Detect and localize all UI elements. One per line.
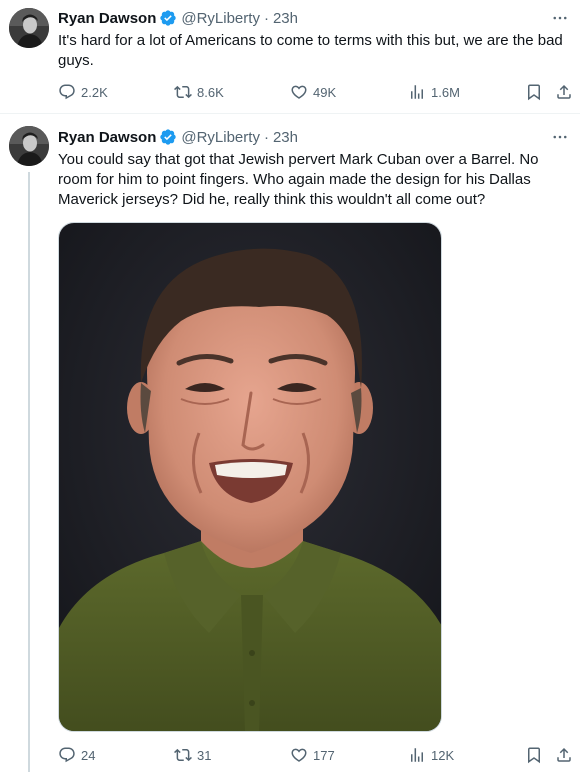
avatar[interactable] (9, 126, 49, 166)
bookmark-button[interactable] (525, 82, 543, 102)
reply-icon (58, 746, 76, 764)
heart-icon (290, 83, 308, 101)
like-count: 177 (313, 747, 335, 763)
retweet-button[interactable]: 8.6K (174, 82, 224, 102)
separator-dot: · (263, 9, 269, 27)
tweet-photo[interactable] (58, 222, 442, 732)
author-handle[interactable]: @RyLiberty (181, 10, 260, 27)
tweet-text: You could say that got that Jewish perve… (58, 151, 539, 208)
views-count: 1.6M (431, 84, 460, 100)
reply-count: 2.2K (81, 84, 108, 100)
bookmark-icon (525, 83, 543, 101)
retweet-count: 8.6K (197, 84, 224, 100)
share-icon (555, 83, 573, 101)
share-button[interactable] (555, 745, 573, 765)
bookmark-icon (525, 746, 543, 764)
retweet-icon (174, 83, 192, 101)
retweet-count: 31 (197, 747, 212, 763)
verified-badge-icon[interactable] (159, 128, 177, 146)
tweet[interactable]: Ryan Dawson @RyLiberty · 23h It's hard f… (0, 0, 580, 114)
like-button[interactable]: 49K (290, 82, 336, 102)
views-count: 12K (431, 747, 455, 763)
more-options-icon[interactable] (550, 8, 570, 28)
bookmark-button[interactable] (525, 745, 543, 765)
reply-count: 24 (81, 747, 96, 763)
heart-icon (290, 746, 308, 764)
retweet-icon (174, 746, 192, 764)
like-button[interactable]: 177 (290, 745, 335, 765)
separator-dot: · (263, 128, 269, 146)
views-button[interactable]: 12K (408, 745, 454, 765)
avatar[interactable] (9, 8, 49, 48)
tweet-header: Ryan Dawson @RyLiberty · 23h (58, 8, 298, 28)
share-button[interactable] (555, 82, 573, 102)
reply-button[interactable]: 24 (58, 745, 95, 765)
views-button[interactable]: 1.6M (408, 82, 460, 102)
author-handle[interactable]: @RyLiberty (181, 129, 260, 146)
timestamp[interactable]: 23h (273, 129, 298, 146)
views-chart-icon (408, 746, 426, 764)
author-name[interactable]: Ryan Dawson (58, 129, 156, 146)
tweet-actions: 2.2K 8.6K 49K 1.6M (58, 82, 573, 102)
views-chart-icon (408, 83, 426, 101)
timestamp[interactable]: 23h (273, 10, 298, 27)
retweet-button[interactable]: 31 (174, 745, 211, 765)
thread-connector-line (28, 172, 30, 772)
more-options-icon[interactable] (550, 127, 570, 147)
reply-icon (58, 83, 76, 101)
tweet[interactable]: Ryan Dawson @RyLiberty · 23h You could s… (0, 115, 580, 772)
tweet-text: It's hard for a lot of Americans to come… (58, 32, 563, 69)
tweet-actions: 24 31 177 12K (58, 745, 573, 765)
tweet-header: Ryan Dawson @RyLiberty · 23h (58, 127, 298, 147)
like-count: 49K (313, 84, 337, 100)
verified-badge-icon[interactable] (159, 9, 177, 27)
reply-button[interactable]: 2.2K (58, 82, 108, 102)
author-name[interactable]: Ryan Dawson (58, 10, 156, 27)
share-icon (555, 746, 573, 764)
